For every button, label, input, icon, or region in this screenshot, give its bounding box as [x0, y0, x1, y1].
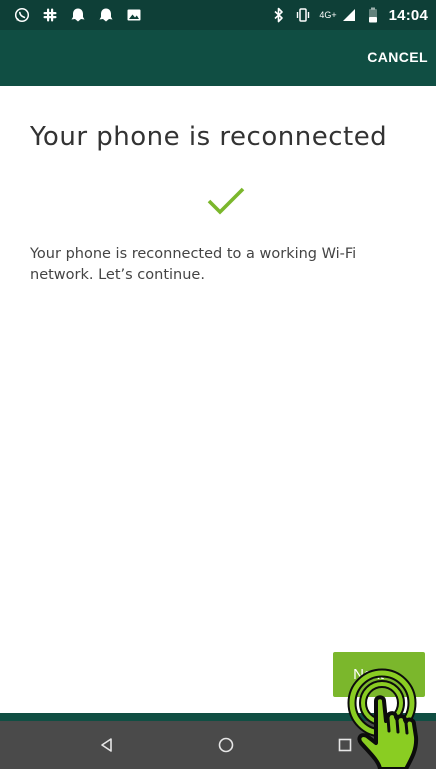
image-icon	[126, 7, 142, 23]
status-system: 4G+ 14:04	[271, 7, 428, 24]
status-time: 14:04	[388, 6, 428, 24]
arrow-right-icon: →	[389, 666, 405, 683]
home-icon[interactable]	[214, 733, 238, 757]
bluetooth-icon	[271, 7, 287, 23]
status-bar: 4G+ 14:04	[0, 0, 436, 30]
reconnected-message: Your phone is reconnected to a working W…	[30, 246, 357, 283]
next-button-label: Next	[353, 666, 384, 683]
next-button[interactable]: Next →	[333, 652, 425, 697]
whatsapp-icon	[14, 7, 30, 23]
network-type-label: 4G+	[319, 9, 337, 20]
back-icon[interactable]	[95, 733, 119, 757]
navigation-bar	[0, 721, 436, 769]
bottom-bar-strip	[0, 713, 436, 721]
ghost-icon	[98, 7, 114, 23]
action-bar: CANCEL	[0, 30, 436, 86]
cancel-button[interactable]: CANCEL	[367, 49, 428, 65]
recents-icon[interactable]	[333, 733, 357, 757]
status-notifications	[14, 7, 142, 23]
vibrate-icon	[295, 7, 311, 23]
battery-icon	[365, 7, 381, 23]
slack-icon	[42, 7, 58, 23]
signal-icon	[341, 7, 357, 23]
page-title: Your phone is reconnected	[30, 122, 388, 152]
checkmark-icon	[207, 187, 245, 215]
ghost-icon	[70, 7, 86, 23]
